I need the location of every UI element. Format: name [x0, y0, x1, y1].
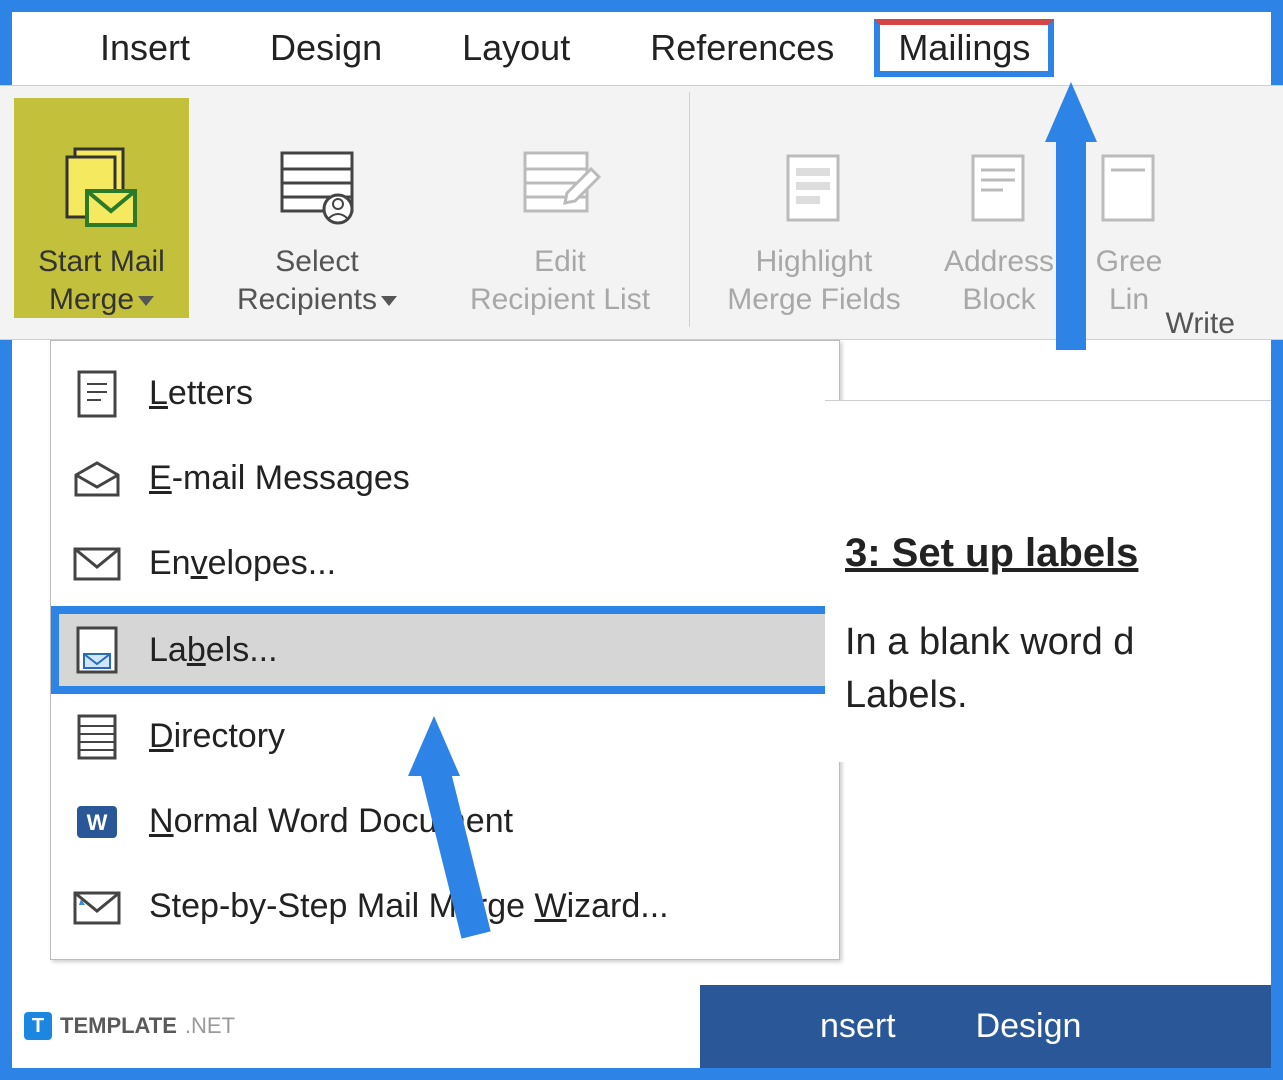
letters-icon	[73, 370, 121, 418]
doc-body-line2: Labels.	[845, 669, 1251, 722]
address-block-label: Address Block	[936, 243, 1062, 318]
labels-icon	[73, 626, 121, 674]
menu-item-wizard-label: Step-by-Step Mail Merge Wizard...	[149, 887, 669, 926]
annotation-arrow-mailings-stem	[1056, 130, 1086, 350]
menu-item-labels[interactable]: Labels...	[51, 606, 839, 694]
start-mail-merge-label: Start Mail Merge	[30, 243, 173, 318]
edit-recipient-list-button[interactable]: Edit Recipient List	[445, 98, 675, 318]
annotation-arrow-labels	[408, 716, 460, 776]
svg-text:W: W	[87, 810, 108, 835]
word-doc-icon: W	[73, 798, 121, 846]
group-label-write: Write	[1166, 307, 1235, 341]
doc-body-line1: In a blank word d	[845, 616, 1251, 669]
email-icon	[73, 455, 121, 503]
recipients-icon	[272, 143, 362, 233]
menu-item-wizard[interactable]: Step-by-Step Mail Merge Wizard...	[51, 864, 839, 949]
menu-item-labels-label: Labels...	[149, 631, 278, 670]
menu-item-letters-label: Letters	[149, 374, 253, 413]
menu-item-email-label: E-mail Messages	[149, 459, 410, 498]
menu-item-envelopes[interactable]: Envelopes...	[51, 521, 839, 606]
greeting-label: Gree Lin	[1088, 243, 1171, 318]
greeting-icon	[1084, 143, 1174, 233]
watermark-brand: TEMPLATE	[60, 1013, 177, 1039]
mail-merge-icon	[57, 143, 147, 233]
watermark: T TEMPLATE .NET	[24, 1012, 235, 1040]
highlight-label: Highlight Merge Fields	[719, 243, 908, 318]
dropdown-caret-icon	[138, 296, 154, 306]
edit-recipient-list-label: Edit Recipient List	[462, 243, 658, 318]
document-area: 3: Set up labels In a blank word d Label…	[825, 400, 1271, 762]
highlight-merge-fields-button[interactable]: Highlight Merge Fields	[704, 98, 924, 318]
lower-tab-design[interactable]: Design	[976, 1007, 1082, 1046]
envelope-icon	[73, 540, 121, 588]
select-recipients-label: Select Recipients	[229, 243, 405, 318]
group-write-insert: Highlight Merge Fields Address Block Gre…	[690, 92, 1198, 327]
secondary-tabstrip: nsert Design	[700, 985, 1271, 1068]
edit-list-icon	[515, 143, 605, 233]
highlight-fields-icon	[769, 143, 859, 233]
watermark-badge-icon: T	[24, 1012, 52, 1040]
menu-item-envelopes-label: Envelopes...	[149, 544, 336, 583]
menu-item-email[interactable]: E-mail Messages	[51, 436, 839, 521]
select-recipients-button[interactable]: Select Recipients	[217, 98, 417, 318]
group-select-recipients: Select Recipients	[203, 92, 431, 327]
menu-item-directory-label: Directory	[149, 717, 285, 756]
start-mail-merge-button[interactable]: Start Mail Merge	[14, 98, 189, 318]
wizard-icon	[73, 883, 121, 931]
dropdown-caret-icon	[381, 296, 397, 306]
address-block-icon	[954, 143, 1044, 233]
group-start-merge: Start Mail Merge	[0, 92, 203, 327]
menu-item-letters[interactable]: Letters	[51, 351, 839, 436]
group-edit-recipients: Edit Recipient List	[431, 92, 690, 327]
directory-icon	[73, 713, 121, 761]
doc-heading: 3: Set up labels	[845, 531, 1251, 576]
watermark-suffix: .NET	[185, 1013, 235, 1039]
lower-tab-insert[interactable]: nsert	[820, 1007, 896, 1046]
